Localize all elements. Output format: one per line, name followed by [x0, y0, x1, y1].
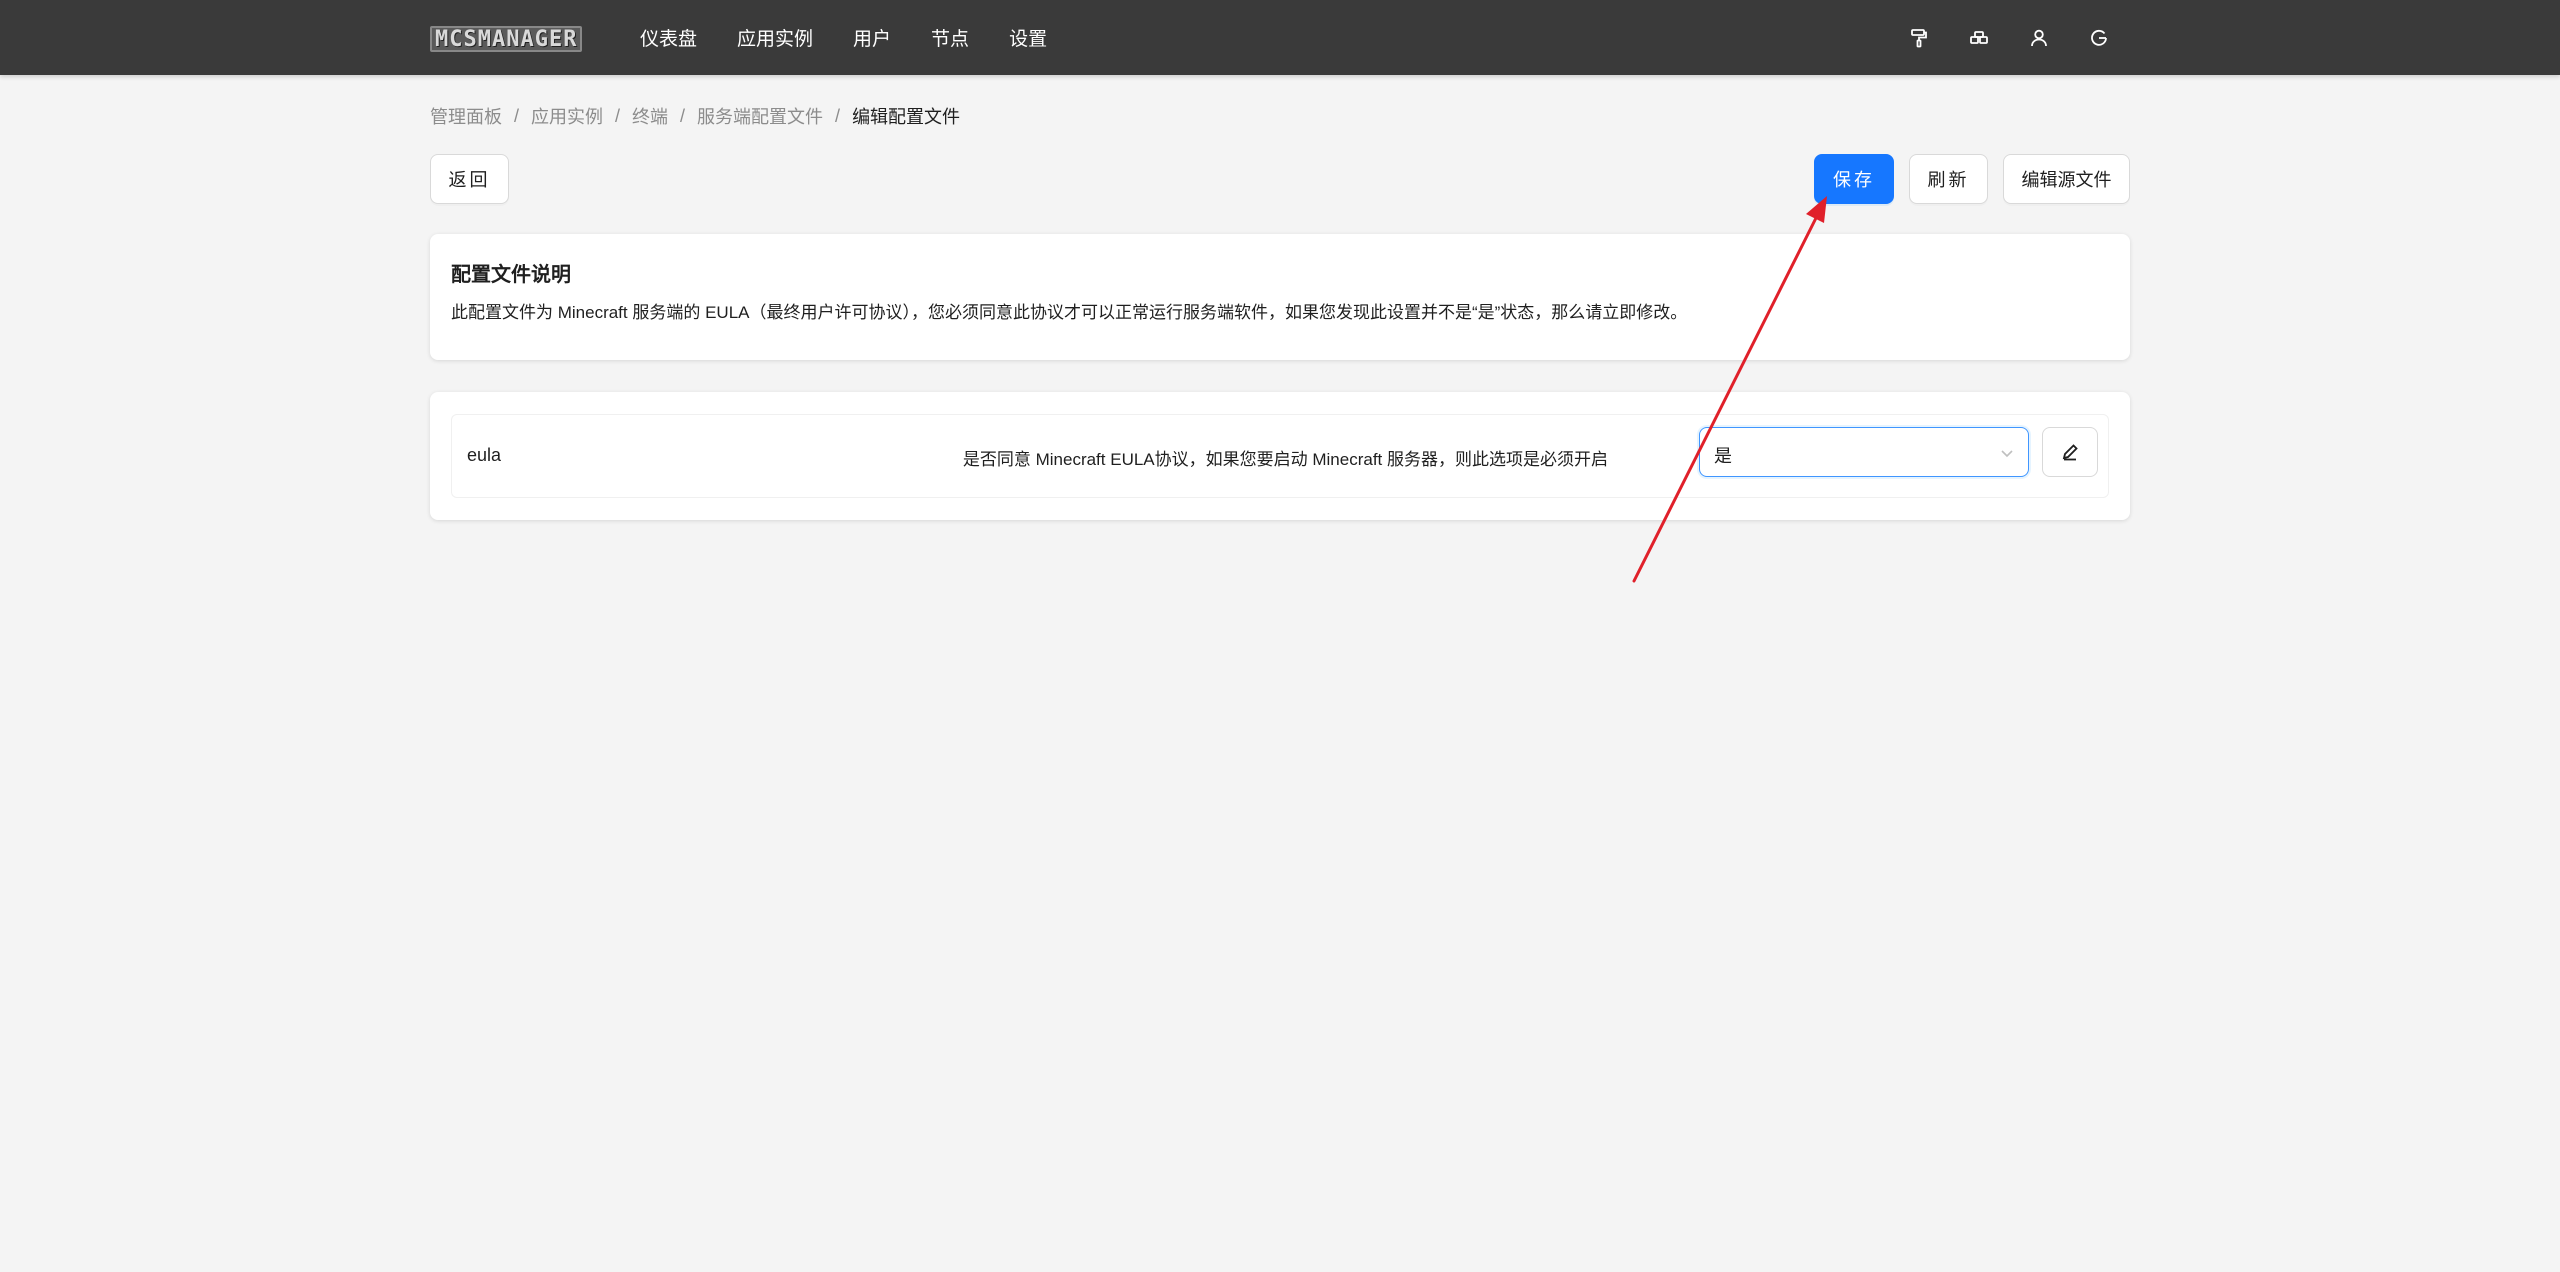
- card-title: 配置文件说明: [451, 264, 571, 286]
- breadcrumb-item-instances[interactable]: 应用实例: [531, 103, 603, 129]
- nav-item-dashboard[interactable]: 仪表盘: [640, 24, 697, 51]
- layout-icon[interactable]: [1968, 27, 1990, 49]
- pencil-icon: [2062, 444, 2078, 461]
- refresh-button[interactable]: 刷新: [1909, 154, 1988, 204]
- select-value: 是: [1714, 446, 1732, 466]
- annotation-arrow: [1632, 196, 1827, 583]
- config-items-card: eula 是否同意 Minecraft EULA协议，如果您要启动 Minecr…: [430, 392, 2130, 520]
- config-description: 是否同意 Minecraft EULA协议，如果您要启动 Minecraft 服…: [962, 450, 1608, 469]
- breadcrumb-separator: /: [680, 105, 686, 126]
- nav-item-users[interactable]: 用户: [853, 24, 891, 51]
- breadcrumb-separator: /: [615, 105, 621, 126]
- breadcrumb-item-server-config[interactable]: 服务端配置文件: [697, 103, 823, 129]
- breadcrumb-current: 编辑配置文件: [852, 107, 961, 127]
- breadcrumb-separator: /: [835, 105, 841, 126]
- nav-item-settings[interactable]: 设置: [1009, 24, 1047, 51]
- nav-item-nodes[interactable]: 节点: [931, 24, 969, 51]
- save-button[interactable]: 保存: [1814, 154, 1894, 204]
- logout-icon[interactable]: [2088, 27, 2110, 49]
- nav-actions: [1870, 0, 2110, 75]
- nav-item-instances[interactable]: 应用实例: [737, 24, 813, 51]
- paint-roller-icon[interactable]: [1908, 27, 1930, 49]
- breadcrumb-separator: /: [514, 105, 520, 126]
- edit-value-button[interactable]: [2042, 427, 2098, 477]
- edit-source-button[interactable]: 编辑源文件: [2003, 154, 2130, 204]
- chevron-down-icon: [2000, 446, 2014, 460]
- back-button[interactable]: 返回: [430, 154, 509, 204]
- main-nav: 仪表盘 应用实例 用户 节点 设置: [640, 0, 1087, 75]
- breadcrumb-item-panel[interactable]: 管理面板: [430, 103, 502, 129]
- config-description-card: 配置文件说明 此配置文件为 Minecraft 服务端的 EULA（最终用户许可…: [430, 234, 2130, 360]
- config-key: eula: [467, 445, 502, 465]
- top-navbar: MCSMANAGER 仪表盘 应用实例 用户 节点 设置: [0, 0, 2560, 75]
- user-icon[interactable]: [2028, 27, 2050, 49]
- config-row-eula: eula 是否同意 Minecraft EULA协议，如果您要启动 Minecr…: [451, 414, 2109, 498]
- breadcrumb-item-terminal[interactable]: 终端: [632, 103, 668, 129]
- config-value-select[interactable]: 是: [1699, 427, 2029, 477]
- app-logo[interactable]: MCSMANAGER: [430, 26, 583, 52]
- breadcrumb: 管理面板 / 应用实例 / 终端 / 服务端配置文件 / 编辑配置文件: [430, 103, 960, 129]
- card-description-text: 此配置文件为 Minecraft 服务端的 EULA（最终用户许可协议），您必须…: [451, 303, 1688, 322]
